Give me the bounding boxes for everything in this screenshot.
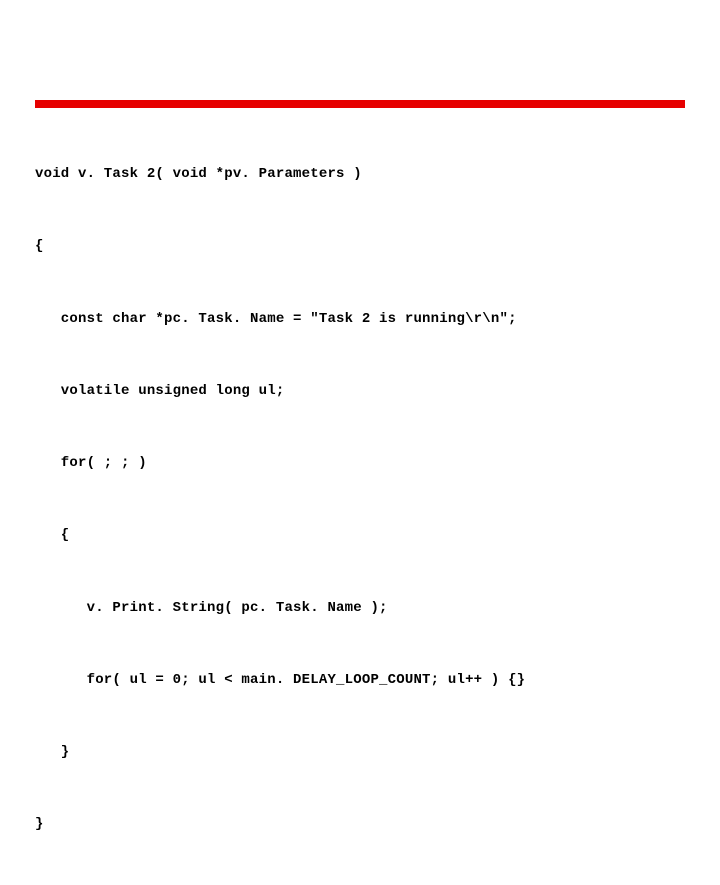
code-line: } <box>35 812 685 836</box>
code-line: const char *pc. Task. Name = "Task 2 is … <box>35 307 685 331</box>
header-divider <box>35 100 685 108</box>
code-line: void v. Task 2( void *pv. Parameters ) <box>35 162 685 186</box>
code-line: { <box>35 234 685 258</box>
code-line: v. Print. String( pc. Task. Name ); <box>35 596 685 620</box>
code-line: for( ; ; ) <box>35 451 685 475</box>
slide-container: void v. Task 2( void *pv. Parameters ) {… <box>0 0 720 885</box>
code-line: } <box>35 740 685 764</box>
code-line: for( ul = 0; ul < main. DELAY_LOOP_COUNT… <box>35 668 685 692</box>
code-line: volatile unsigned long ul; <box>35 379 685 403</box>
code-block: void v. Task 2( void *pv. Parameters ) {… <box>35 114 685 885</box>
code-line: { <box>35 523 685 547</box>
